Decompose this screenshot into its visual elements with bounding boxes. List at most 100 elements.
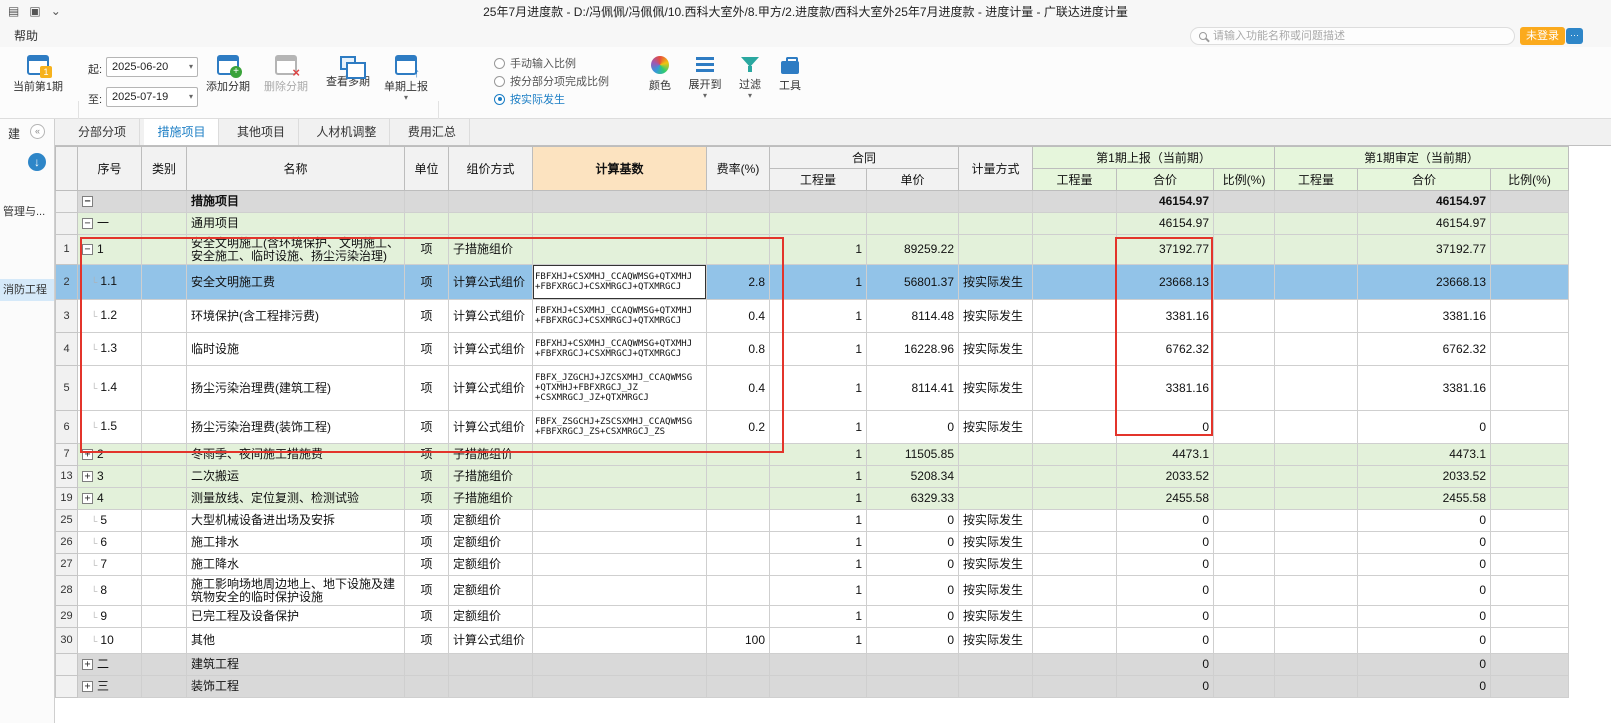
cell-seq[interactable]: + 二 bbox=[77, 653, 142, 676]
radio-icon[interactable] bbox=[494, 75, 505, 87]
cell-method[interactable] bbox=[448, 653, 533, 676]
cell-r1_qty[interactable] bbox=[1032, 531, 1117, 554]
cell-c_qty[interactable] bbox=[769, 212, 867, 235]
cell-r1_total[interactable]: 46154.97 bbox=[1116, 190, 1214, 213]
col-header-seq[interactable]: 序号 bbox=[77, 146, 142, 191]
cell-method[interactable] bbox=[448, 212, 533, 235]
cell-unit[interactable] bbox=[404, 190, 449, 213]
cell-r2_ratio[interactable] bbox=[1490, 212, 1569, 235]
cell-basis[interactable]: FBFXHJ+CSXMHJ_CCAQWMSG+QTXMHJ +FBFXRGCJ+… bbox=[532, 299, 707, 333]
cell-c_price[interactable]: 56801.37 bbox=[866, 264, 959, 300]
cell-r2_ratio[interactable] bbox=[1490, 531, 1569, 554]
cell-cat[interactable] bbox=[141, 509, 187, 532]
cell-r1_qty[interactable] bbox=[1032, 509, 1117, 532]
cell-r2_total[interactable]: 3381.16 bbox=[1357, 299, 1491, 333]
col-header-report-total[interactable]: 合价 bbox=[1116, 168, 1214, 191]
cell-r1_qty[interactable] bbox=[1032, 605, 1117, 628]
cell-cat[interactable] bbox=[141, 332, 187, 366]
cell-r2_qty[interactable] bbox=[1274, 465, 1358, 488]
sidebar-collapse-icon[interactable]: « bbox=[30, 124, 45, 139]
cell-r2_qty[interactable] bbox=[1274, 299, 1358, 333]
cell-r1_total[interactable]: 2033.52 bbox=[1116, 465, 1214, 488]
cell-rate[interactable] bbox=[706, 575, 770, 606]
cell-measure[interactable] bbox=[958, 443, 1033, 466]
cell-rate[interactable] bbox=[706, 605, 770, 628]
cell-c_qty[interactable]: 1 bbox=[769, 234, 867, 265]
period-from-select[interactable]: 2025-06-20 ▾ bbox=[106, 57, 198, 77]
cell-basis[interactable] bbox=[532, 212, 707, 235]
tools-button[interactable]: 工具 bbox=[770, 53, 810, 93]
cell-r1_qty[interactable] bbox=[1032, 487, 1117, 510]
radio-by-subsection[interactable]: 按分部分项完成比例 bbox=[494, 73, 609, 89]
table-row[interactable]: 28 └ 8 施工影响场地周边地上、地下设施及建筑物安全的临时保护设施项定额组价 1 0 按… bbox=[55, 575, 1569, 606]
cell-r2_total[interactable]: 0 bbox=[1357, 410, 1491, 444]
cell-measure[interactable]: 按实际发生 bbox=[958, 553, 1033, 576]
cell-c_qty[interactable] bbox=[769, 675, 867, 698]
cell-r2_total[interactable]: 0 bbox=[1357, 675, 1491, 698]
cell-r2_total[interactable]: 6762.32 bbox=[1357, 332, 1491, 366]
cell-r1_qty[interactable] bbox=[1032, 365, 1117, 411]
cell-c_qty[interactable]: 1 bbox=[769, 365, 867, 411]
cell-measure[interactable] bbox=[958, 487, 1033, 510]
cell-r2_qty[interactable] bbox=[1274, 653, 1358, 676]
cell-measure[interactable] bbox=[958, 465, 1033, 488]
cell-r2_qty[interactable] bbox=[1274, 487, 1358, 510]
cell-r1_ratio[interactable] bbox=[1213, 264, 1275, 300]
cell-method[interactable]: 子措施组价 bbox=[448, 465, 533, 488]
table-row[interactable]: 6 └ 1.5 扬尘污染治理费(装饰工程) 项计算公式组价 FBFX_ZSGCHJ+ZSC… bbox=[55, 410, 1569, 444]
cell-seq[interactable]: └ 8 bbox=[77, 575, 142, 606]
cell-r2_ratio[interactable] bbox=[1490, 627, 1569, 654]
cell-name[interactable]: 其他 bbox=[186, 627, 405, 654]
table-row[interactable]: + 二 建筑工程 0 0 bbox=[55, 653, 1569, 676]
cell-method[interactable]: 定额组价 bbox=[448, 605, 533, 628]
single-period-report-button[interactable]: ↑ 单期上报 ▾ bbox=[378, 53, 434, 102]
cell-method[interactable]: 计算公式组价 bbox=[448, 264, 533, 300]
cell-name[interactable]: 环境保护(含工程排污费) bbox=[186, 299, 405, 333]
cell-r1_ratio[interactable] bbox=[1213, 487, 1275, 510]
calendar-dropdown-icon[interactable]: ▾ bbox=[189, 88, 193, 106]
chevron-down-icon[interactable]: ▾ bbox=[378, 94, 434, 102]
quick-access-icon[interactable]: ▤ bbox=[8, 4, 19, 18]
col-header-unit[interactable]: 单位 bbox=[404, 146, 449, 191]
cell-r2_ratio[interactable] bbox=[1490, 487, 1569, 510]
cell-handle[interactable]: 3 bbox=[55, 299, 78, 333]
cell-handle[interactable]: 27 bbox=[55, 553, 78, 576]
cell-r1_qty[interactable] bbox=[1032, 653, 1117, 676]
cell-r1_ratio[interactable] bbox=[1213, 605, 1275, 628]
table-row[interactable]: 26 └ 6 施工排水项定额组价 1 0 按实际发生 0 0 bbox=[55, 531, 1569, 554]
col-header-approve-ratio[interactable]: 比例(%) bbox=[1490, 168, 1569, 191]
table-row[interactable]: 2 └ 1.1 安全文明施工费项计算公式组价 FBFXHJ+CSXMHJ_CCAQWMS… bbox=[55, 264, 1569, 300]
cell-seq[interactable]: └ 7 bbox=[77, 553, 142, 576]
cell-r1_ratio[interactable] bbox=[1213, 531, 1275, 554]
cell-c_price[interactable]: 11505.85 bbox=[866, 443, 959, 466]
tab-cost-summary[interactable]: 费用汇总 bbox=[395, 119, 470, 145]
cell-handle[interactable] bbox=[55, 190, 78, 213]
cell-seq[interactable]: └ 1.1 bbox=[77, 264, 142, 300]
cell-method[interactable] bbox=[448, 675, 533, 698]
cell-r2_total[interactable]: 37192.77 bbox=[1357, 234, 1491, 265]
cell-rate[interactable] bbox=[706, 653, 770, 676]
cell-method[interactable]: 计算公式组价 bbox=[448, 410, 533, 444]
cell-cat[interactable] bbox=[141, 190, 187, 213]
cell-method[interactable]: 计算公式组价 bbox=[448, 627, 533, 654]
cell-r1_qty[interactable] bbox=[1032, 212, 1117, 235]
cell-unit[interactable] bbox=[404, 653, 449, 676]
cell-method[interactable]: 定额组价 bbox=[448, 575, 533, 606]
cell-method[interactable]: 定额组价 bbox=[448, 509, 533, 532]
cell-name[interactable]: 大型机械设备进出场及安拆 bbox=[186, 509, 405, 532]
cell-r2_ratio[interactable] bbox=[1490, 443, 1569, 466]
cell-name[interactable]: 扬尘污染治理费(装饰工程) bbox=[186, 410, 405, 444]
cell-cat[interactable] bbox=[141, 410, 187, 444]
cell-name[interactable]: 安全文明施工费 bbox=[186, 264, 405, 300]
cell-r1_ratio[interactable] bbox=[1213, 365, 1275, 411]
cell-r1_total[interactable]: 37192.77 bbox=[1116, 234, 1214, 265]
cell-rate[interactable] bbox=[706, 465, 770, 488]
cell-basis[interactable] bbox=[532, 531, 707, 554]
cell-seq[interactable]: └ 10 bbox=[77, 627, 142, 654]
cell-c_price[interactable]: 0 bbox=[866, 509, 959, 532]
cell-name[interactable]: 通用项目 bbox=[186, 212, 405, 235]
cell-r2_total[interactable]: 0 bbox=[1357, 509, 1491, 532]
table-row[interactable]: 13 +3 二次搬运项子措施组价 1 5208.34 2033.52 2033.52 bbox=[55, 465, 1569, 488]
cell-unit[interactable]: 项 bbox=[404, 443, 449, 466]
cell-seq[interactable]: − 一 bbox=[77, 212, 142, 235]
